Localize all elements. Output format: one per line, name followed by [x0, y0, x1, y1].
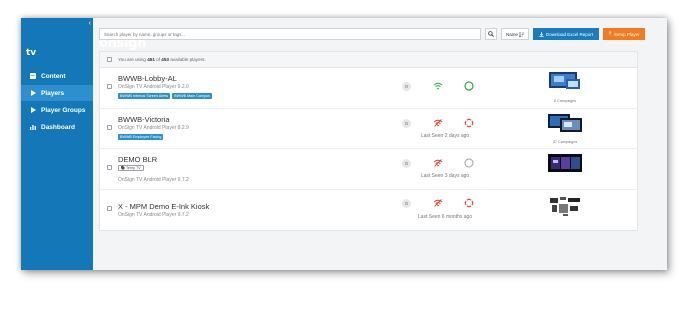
- sidebar-item-players[interactable]: Players: [21, 85, 93, 101]
- table-row[interactable]: X - MPM Demo E-Ink Kiosk OnSign TV Andro…: [100, 190, 637, 231]
- content-thumbnail[interactable]: [546, 70, 584, 94]
- online-status-icon: [464, 81, 474, 91]
- sidebar-item-dashboard[interactable]: Dashboard: [21, 119, 93, 135]
- sort-icon: [519, 31, 524, 37]
- used-player-count: 451: [147, 57, 155, 62]
- row-checkbox[interactable]: [107, 124, 112, 130]
- campaign-count[interactable]: 8 Campaigns: [540, 99, 590, 103]
- row-checkbox[interactable]: [107, 205, 112, 211]
- sidebar-item-label: Dashboard: [41, 123, 75, 131]
- table-row[interactable]: DEMO BLR Temp TV OnSign TV Android Playe…: [100, 149, 637, 190]
- player-version: OnSign TV Android Player 9.2.0: [118, 84, 189, 90]
- search-icon: [488, 31, 494, 37]
- player-version: OnSign TV Android Player 9.7.2: [118, 211, 189, 218]
- tag[interactable]: BWWB Employee Facing: [118, 133, 164, 140]
- player-name[interactable]: DEMO BLR: [118, 155, 157, 164]
- app-window: ‹ onsign tv Content Players Player Group…: [21, 18, 667, 270]
- sidebar-nav: Content Players Player Groups Dashboard: [21, 68, 93, 136]
- tag-list: BWWB Internal Screen Alerts BWWB Main Ca…: [118, 93, 212, 99]
- sidebar-item-label: Player Groups: [41, 106, 86, 114]
- toolbar: Name Download Excel Report + Setup Playe…: [99, 28, 657, 40]
- sidebar-item-player-groups[interactable]: Player Groups: [21, 102, 93, 118]
- table-row[interactable]: BWWB-Lobby-AL OnSign TV Android Player 9…: [100, 68, 637, 109]
- row-checkbox[interactable]: [107, 84, 112, 89]
- last-seen-text: Last Seen 3 days ago: [420, 173, 470, 179]
- tag[interactable]: BWWB Main Campus: [172, 93, 212, 99]
- sidebar-item-content[interactable]: Content: [21, 68, 93, 84]
- sort-by-name-button[interactable]: Name: [501, 28, 529, 40]
- player-name[interactable]: BWWB-Victoria: [118, 115, 170, 124]
- tag[interactable]: Temp TV: [118, 165, 144, 171]
- row-checkbox[interactable]: [107, 165, 112, 170]
- offline-status-icon: [464, 198, 474, 208]
- select-all-checkbox[interactable]: [107, 57, 112, 62]
- issue-count-badge: 0: [402, 159, 411, 168]
- no-wifi-icon: [433, 158, 443, 168]
- content-thumbnail[interactable]: [546, 152, 584, 176]
- player-name[interactable]: X - MPM Demo E-Ink Kiosk: [118, 202, 209, 211]
- tag-list: Temp TV: [118, 165, 144, 171]
- no-wifi-icon: [433, 118, 443, 128]
- sidebar-item-label: Players: [41, 89, 65, 97]
- no-wifi-icon: [433, 198, 443, 208]
- download-icon: [539, 31, 544, 37]
- sidebar: ‹ onsign tv Content Players Player Group…: [21, 18, 146, 270]
- sidebar-item-label: Content: [41, 72, 66, 80]
- search-input[interactable]: [99, 28, 481, 40]
- collapse-sidebar-icon[interactable]: ‹: [89, 20, 91, 27]
- tag-icon: [121, 166, 125, 170]
- play-icon: [30, 90, 36, 96]
- plus-icon: +: [608, 31, 612, 37]
- content-icon: [30, 73, 36, 79]
- wifi-icon: [433, 81, 443, 91]
- content-thumbnail[interactable]: [546, 194, 584, 218]
- issue-count-badge: 0: [402, 118, 411, 128]
- player-name[interactable]: BWWB-Lobby-AL: [118, 74, 177, 83]
- issue-count-badge: 0: [402, 198, 411, 208]
- main-content: Name Download Excel Report + Setup Playe…: [93, 18, 667, 270]
- tag-list: BWWB Employee Facing: [118, 133, 164, 140]
- search-button[interactable]: [485, 28, 497, 40]
- download-excel-report-button[interactable]: Download Excel Report: [533, 28, 599, 40]
- play-icon: [30, 107, 36, 113]
- players-table: You are using 451 of 453 available playe…: [99, 51, 638, 231]
- offline-status-icon: [464, 118, 474, 128]
- last-seen-text: Last Seen 6 months ago: [417, 213, 473, 220]
- player-version: OnSign TV Android Player 8.2.9: [118, 124, 189, 131]
- total-player-count: 453: [161, 57, 169, 62]
- table-row[interactable]: BWWB-Victoria OnSign TV Android Player 8…: [100, 109, 637, 149]
- issue-count-badge: 0: [402, 82, 411, 91]
- player-version: OnSign TV Android Player 9.7.2: [118, 177, 189, 183]
- setup-player-button[interactable]: + Setup Player: [603, 28, 645, 40]
- onsign-logo[interactable]: onsign tv: [26, 36, 146, 58]
- campaign-count[interactable]: 37 Campaigns: [540, 140, 590, 144]
- last-seen-text: Last Seen 2 days ago: [420, 132, 470, 139]
- players-summary: You are using 451 of 453 available playe…: [100, 52, 637, 68]
- inactive-status-icon: [464, 158, 474, 168]
- chart-icon: [30, 124, 36, 130]
- content-thumbnail[interactable]: [546, 111, 584, 135]
- tag[interactable]: BWWB Internal Screen Alerts: [118, 93, 171, 99]
